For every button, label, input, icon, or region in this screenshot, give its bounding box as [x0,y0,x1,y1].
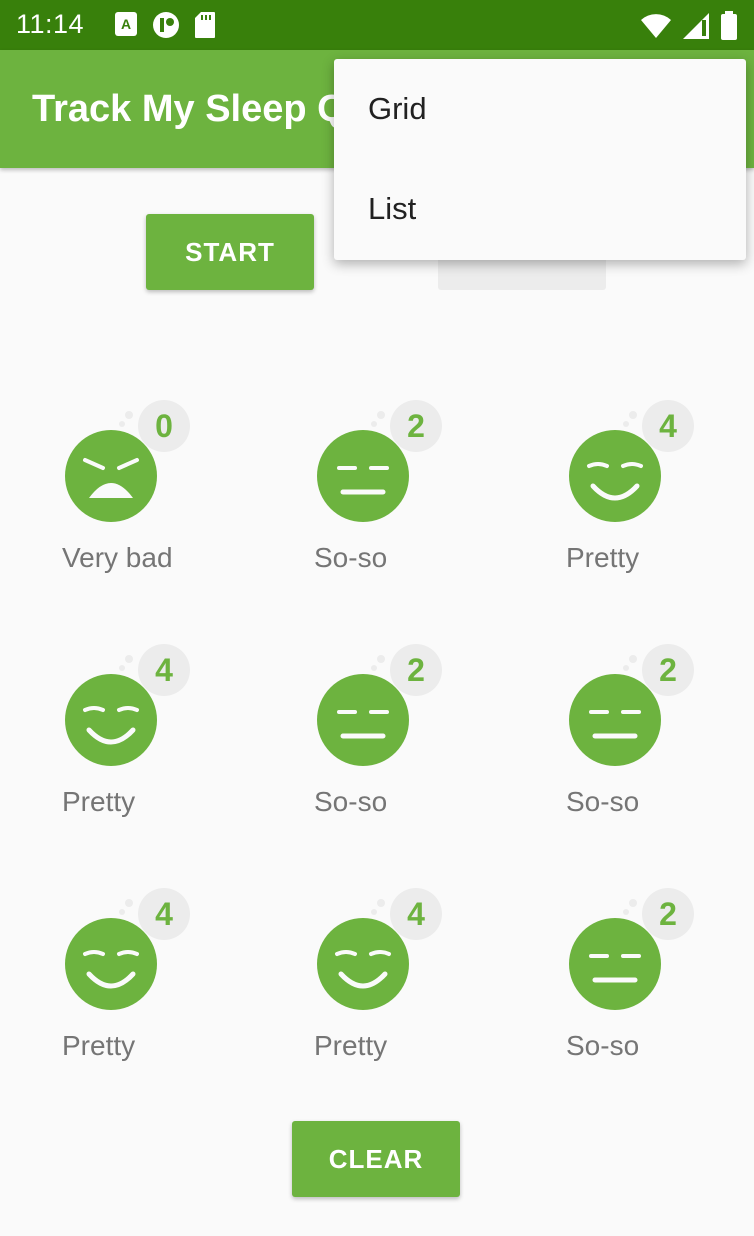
sleep-quality-label: Pretty [566,542,640,573]
sleep-dots-icon [623,655,637,671]
sleep-night-item[interactable]: 2 So-so [504,624,754,868]
signal-icon [683,13,709,39]
sleep-score-badge: 2 [390,644,442,696]
sleep-dots-icon [371,411,385,427]
sleep-dots-icon [119,411,133,427]
sleep-quality-label: Pretty [314,1030,388,1061]
play-circle-icon [153,12,179,38]
sleep-quality-label: So-so [566,786,640,817]
sleep-score-badge: 2 [390,400,442,452]
a-icon: A [115,12,137,36]
sleep-night-item[interactable]: 2 So-so [252,624,503,868]
svg-text:A: A [121,16,131,32]
system-icons [640,11,738,41]
wifi-icon [641,14,671,38]
pretty-face-icon [65,674,157,766]
very-bad-face-icon [65,430,157,522]
sleep-dots-icon [623,899,637,915]
sleep-night-item[interactable]: 4 Pretty [0,868,251,1112]
sleep-quality-label: Pretty [62,786,136,817]
sleep-dots-icon [119,655,133,671]
sleep-score-badge: 4 [138,888,190,940]
sleep-face-group: 4 [62,644,202,774]
sleep-face-group: 2 [566,888,706,1018]
sleep-night-item[interactable]: 0 Very bad [0,380,251,624]
sleep-night-item[interactable]: 2 So-so [252,380,503,624]
pretty-face-icon [317,918,409,1010]
menu-item-grid[interactable]: Grid [334,59,746,159]
sleep-night-item[interactable]: 4 Pretty [504,380,754,624]
sleep-night-item[interactable]: 4 Pretty [0,624,251,868]
pretty-face-icon [65,918,157,1010]
pretty-face-icon [569,430,661,522]
menu-item-list[interactable]: List [334,159,746,259]
sleep-score-badge: 4 [390,888,442,940]
sleep-quality-label: Very bad [62,542,173,573]
sleep-score-badge: 2 [642,644,694,696]
notification-icons: A [114,11,216,39]
sleep-dots-icon [623,411,637,427]
battery-icon [721,11,737,40]
sleep-score-badge: 2 [642,888,694,940]
so-so-face-icon [569,674,661,766]
sd-card-icon [195,12,215,38]
status-time: 11:14 [16,9,85,39]
sleep-face-group: 2 [314,644,454,774]
sleep-face-group: 2 [314,400,454,530]
sleep-face-group: 0 [62,400,202,530]
sleep-night-item[interactable]: 4 Pretty [252,868,503,1112]
so-so-face-icon [317,674,409,766]
sleep-quality-label: So-so [314,542,388,573]
sleep-face-group: 4 [314,888,454,1018]
sleep-quality-label: So-so [314,786,388,817]
sleep-face-group: 4 [566,400,706,530]
sleep-face-group: 4 [62,888,202,1018]
sleep-dots-icon [371,899,385,915]
sleep-night-item[interactable]: 2 So-so [504,868,754,1112]
start-button[interactable]: START [146,214,314,290]
sleep-dots-icon [119,899,133,915]
sleep-face-group: 2 [566,644,706,774]
sleep-score-badge: 0 [138,400,190,452]
sleep-quality-label: Pretty [62,1030,136,1061]
sleep-quality-label: So-so [566,1030,640,1061]
status-bar: 11:14 A [0,0,754,50]
sleep-score-badge: 4 [138,644,190,696]
sleep-dots-icon [371,655,385,671]
so-so-face-icon [317,430,409,522]
so-so-face-icon [569,918,661,1010]
sleep-score-badge: 4 [642,400,694,452]
clear-button[interactable]: CLEAR [292,1121,460,1197]
overflow-menu: Grid List [334,59,746,260]
